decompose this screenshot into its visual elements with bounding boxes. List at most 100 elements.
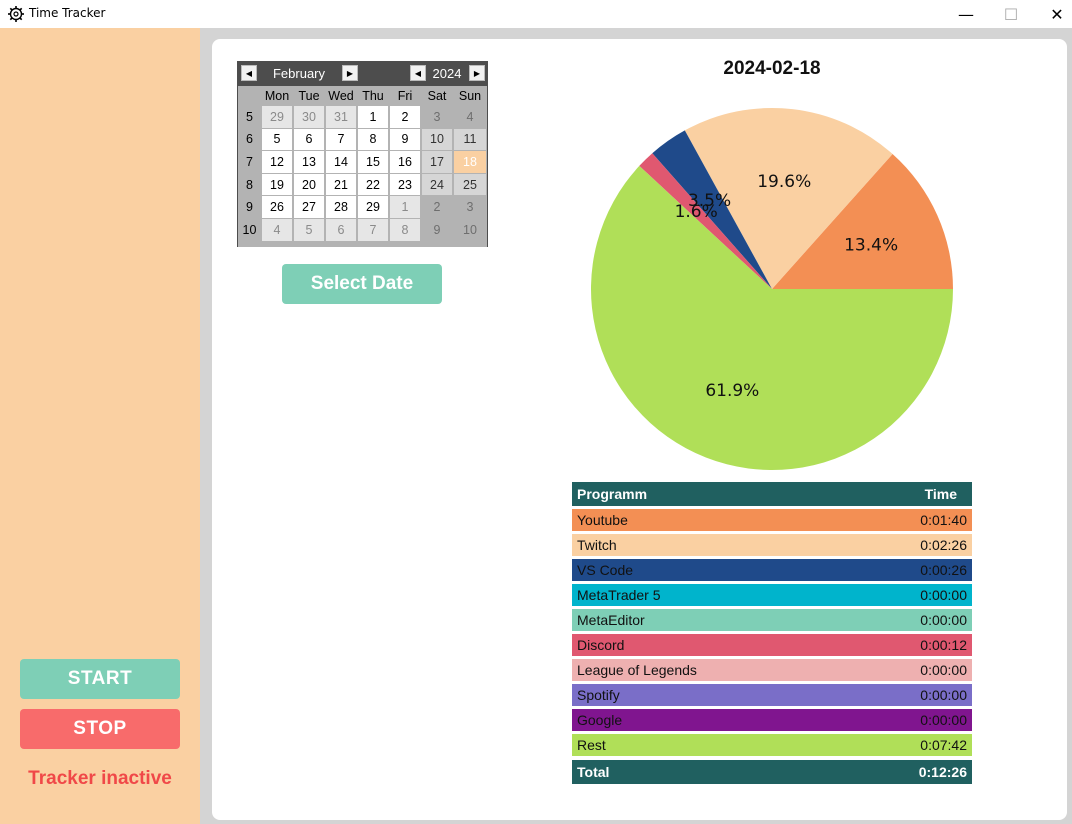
calendar-day[interactable]: 23 xyxy=(390,173,420,196)
calendar-dayname: Sun xyxy=(454,86,486,105)
calendar-day[interactable]: 1 xyxy=(358,106,388,128)
program-name: MetaTrader 5 xyxy=(577,587,661,603)
calendar-day[interactable]: 14 xyxy=(326,151,356,173)
program-name: Spotify xyxy=(577,687,620,703)
pie-label-twitch: 19.6% xyxy=(757,172,811,192)
calendar-day[interactable]: 29 xyxy=(262,106,292,128)
prev-month-icon[interactable]: ◀ xyxy=(241,65,257,81)
chart-title: 2024-02-18 xyxy=(723,58,821,79)
table-row: Youtube 0:01:40 xyxy=(572,509,972,531)
pie-label-rest: 61.9% xyxy=(705,381,759,401)
program-time: 0:00:26 xyxy=(920,562,967,578)
calendar-day[interactable]: 24 xyxy=(422,173,452,196)
program-name: Youtube xyxy=(577,512,628,528)
calendar-dayname: Sat xyxy=(422,86,452,105)
calendar-day[interactable]: 26 xyxy=(262,196,292,218)
calendar-day[interactable]: 3 xyxy=(422,106,452,128)
calendar-day[interactable]: 4 xyxy=(262,219,292,241)
app-gear-icon xyxy=(8,6,24,22)
program-name: MetaEditor xyxy=(577,612,645,628)
calendar: ◀ February ▶ ◀ 2024 ▶ Mon Tue Wed Thu Fri Sat… xyxy=(237,61,488,247)
calendar-day[interactable]: 4 xyxy=(454,106,486,128)
calendar-day[interactable]: 16 xyxy=(390,151,420,173)
table-row: VS Code 0:00:26 xyxy=(572,559,972,581)
calendar-dayname: Wed xyxy=(326,86,356,105)
calendar-day[interactable]: 11 xyxy=(454,128,486,151)
calendar-day[interactable]: 6 xyxy=(294,128,324,151)
program-time: 0:00:00 xyxy=(920,587,967,603)
calendar-grid: Mon Tue Wed Thu Fri Sat Sun 5 29 30 31 1 2 3 4 6 5 6 7 8 9 10… xyxy=(238,86,487,247)
app-window: START STOP Tracker inactive ◀ February ▶… xyxy=(0,28,1072,824)
table-total-row: Total 0:12:26 xyxy=(572,760,972,784)
program-name: Discord xyxy=(577,637,625,653)
calendar-day-selected[interactable]: 18 xyxy=(454,151,486,173)
calendar-day[interactable]: 5 xyxy=(294,219,324,241)
calendar-day[interactable]: 5 xyxy=(262,128,292,151)
program-name: Rest xyxy=(577,737,606,753)
calendar-day[interactable]: 20 xyxy=(294,173,324,196)
calendar-day[interactable]: 13 xyxy=(294,151,324,173)
table-row: Spotify 0:00:00 xyxy=(572,684,972,706)
program-time: 0:07:42 xyxy=(920,737,967,753)
calendar-header: ◀ February ▶ ◀ 2024 ▶ xyxy=(238,62,487,86)
calendar-week-number: 7 xyxy=(238,151,261,173)
calendar-day[interactable]: 10 xyxy=(422,128,452,151)
calendar-day[interactable]: 27 xyxy=(294,196,324,218)
calendar-day[interactable]: 2 xyxy=(390,106,420,128)
calendar-day[interactable]: 10 xyxy=(454,219,486,241)
maximize-button[interactable]: ☐ xyxy=(988,0,1034,28)
calendar-day[interactable]: 15 xyxy=(358,151,388,173)
calendar-day[interactable]: 7 xyxy=(326,128,356,151)
program-time: 0:02:26 xyxy=(920,537,967,553)
calendar-week-number: 8 xyxy=(238,173,261,196)
calendar-day[interactable]: 1 xyxy=(390,196,420,218)
calendar-day[interactable]: 6 xyxy=(326,219,356,241)
stop-button[interactable]: STOP xyxy=(20,709,180,749)
table-row: League of Legends 0:00:00 xyxy=(572,659,972,681)
next-month-icon[interactable]: ▶ xyxy=(342,65,358,81)
minimize-button[interactable]: — xyxy=(943,0,989,28)
main-panel: ◀ February ▶ ◀ 2024 ▶ Mon Tue Wed Thu Fri Sat… xyxy=(212,39,1067,820)
calendar-day[interactable]: 28 xyxy=(326,196,356,218)
pie-chart: 13.4%19.6%3.5%1.6%61.9% xyxy=(591,107,953,471)
calendar-day[interactable]: 29 xyxy=(358,196,388,218)
calendar-day[interactable]: 21 xyxy=(326,173,356,196)
calendar-dayname: Mon xyxy=(262,86,292,105)
next-year-icon[interactable]: ▶ xyxy=(469,65,485,81)
calendar-day[interactable]: 31 xyxy=(326,106,356,128)
calendar-day[interactable]: 8 xyxy=(358,128,388,151)
calendar-day[interactable]: 17 xyxy=(422,151,452,173)
close-button[interactable]: ✕ xyxy=(1034,0,1072,28)
calendar-day[interactable]: 30 xyxy=(294,106,324,128)
prev-year-icon[interactable]: ◀ xyxy=(410,65,426,81)
calendar-day[interactable]: 8 xyxy=(390,219,420,241)
calendar-dayname: Tue xyxy=(294,86,324,105)
total-time: 0:12:26 xyxy=(918,764,967,780)
program-time: 0:00:00 xyxy=(920,687,967,703)
start-button[interactable]: START xyxy=(20,659,180,699)
program-name: Google xyxy=(577,712,623,728)
calendar-day[interactable]: 9 xyxy=(390,128,420,151)
calendar-day[interactable]: 9 xyxy=(422,219,452,241)
calendar-day[interactable]: 12 xyxy=(262,151,292,173)
calendar-week-number: 5 xyxy=(238,106,261,128)
select-date-button[interactable]: Select Date xyxy=(282,264,442,304)
calendar-dayname: Fri xyxy=(390,86,420,105)
calendar-day[interactable]: 19 xyxy=(262,173,292,196)
program-time: 0:00:00 xyxy=(920,712,967,728)
calendar-day[interactable]: 3 xyxy=(454,196,486,218)
table-row: Google 0:00:00 xyxy=(572,709,972,731)
calendar-day[interactable]: 2 xyxy=(422,196,452,218)
program-name: Twitch xyxy=(577,537,617,553)
table-row: MetaEditor 0:00:00 xyxy=(572,609,972,631)
calendar-day[interactable]: 22 xyxy=(358,173,388,196)
calendar-day[interactable]: 7 xyxy=(358,219,388,241)
program-time: 0:00:00 xyxy=(920,662,967,678)
table-row: Twitch 0:02:26 xyxy=(572,534,972,556)
program-time: 0:00:00 xyxy=(920,612,967,628)
header-time: Time xyxy=(924,486,957,502)
title-bar: Time Tracker — ☐ ✕ xyxy=(0,0,1072,28)
calendar-day[interactable]: 25 xyxy=(454,173,486,196)
pie-label-youtube: 13.4% xyxy=(844,236,898,256)
calendar-week-number: 10 xyxy=(238,219,261,241)
